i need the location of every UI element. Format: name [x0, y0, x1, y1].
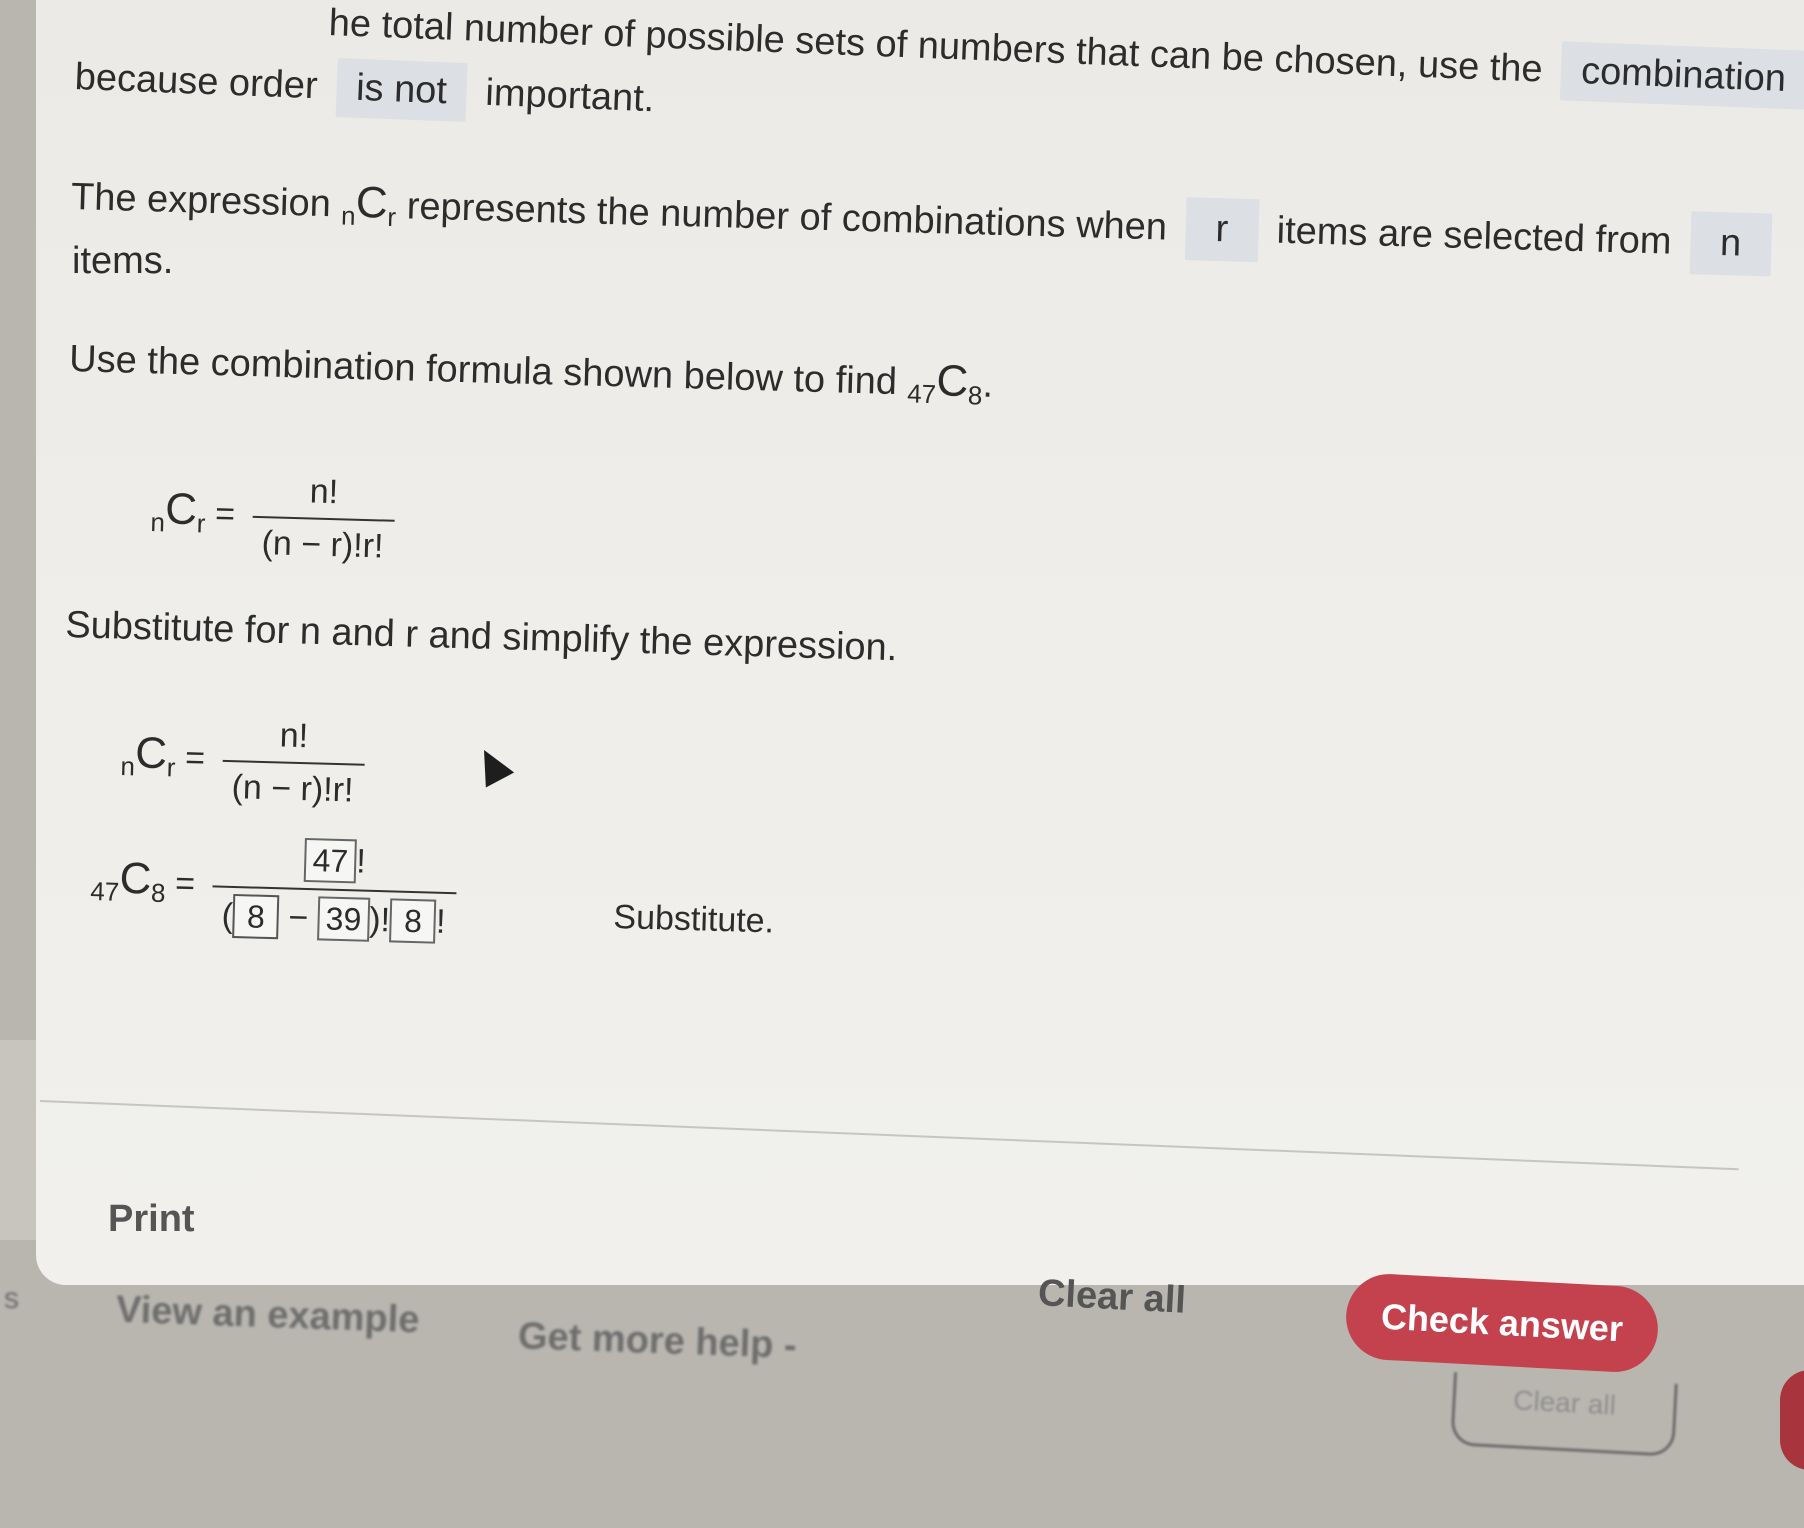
is-not-answer-box[interactable]: is not [335, 58, 469, 123]
formula-repeat-fraction: n! (n − r)!r! [221, 715, 365, 811]
view-example-link[interactable]: View an example [115, 1289, 420, 1343]
clear-all-link[interactable]: Clear all [1037, 1272, 1187, 1323]
n-answer-box[interactable]: n [1689, 211, 1773, 277]
clear-all-button-lower[interactable]: Clear all [1450, 1372, 1678, 1457]
expression-paragraph: The expression nCr represents the number… [70, 166, 1780, 277]
edge-fragment: s [4, 1282, 19, 1315]
mouse-cursor-icon [469, 742, 515, 788]
target-notation: 47C8. [906, 356, 994, 411]
combination-formula: nCr = n! (n − r)!r! [149, 468, 395, 567]
content-stage: he total number of possible sets of numb… [0, 0, 1804, 1528]
items-word: items. [72, 240, 174, 282]
r-answer-box[interactable]: r [1184, 197, 1260, 263]
denominator-n-input[interactable]: 8 [232, 893, 280, 940]
nCr-notation: nCr [340, 177, 397, 233]
section-divider [39, 1100, 1739, 1171]
combination-answer-box[interactable]: combination [1560, 41, 1804, 110]
substitute-instruction: Substitute for n and r and simplify the … [64, 604, 898, 670]
formula-fraction: n! (n − r)!r! [251, 471, 395, 567]
instruction-text: Use the combination formula shown below … [68, 337, 994, 411]
get-more-help-link[interactable]: Get more help - [517, 1315, 797, 1368]
denominator-r-factorial-input[interactable]: 8 [389, 898, 437, 944]
substitution-fraction: 47! (8 − 39)! 8! [211, 835, 458, 945]
substitute-note: Substitute. [612, 898, 775, 941]
print-link[interactable]: Print [108, 1198, 195, 1241]
formula-repeat: nCr = n! (n − r)!r! [119, 712, 365, 811]
check-answer-button[interactable]: Check answer [1343, 1271, 1661, 1375]
partial-button-edge [1780, 1370, 1804, 1470]
denominator-r-input[interactable]: 39 [317, 896, 370, 942]
substitution-work: 47C8 = 47! (8 − 39)! 8! [89, 832, 458, 945]
numerator-input[interactable]: 47 [304, 837, 357, 884]
